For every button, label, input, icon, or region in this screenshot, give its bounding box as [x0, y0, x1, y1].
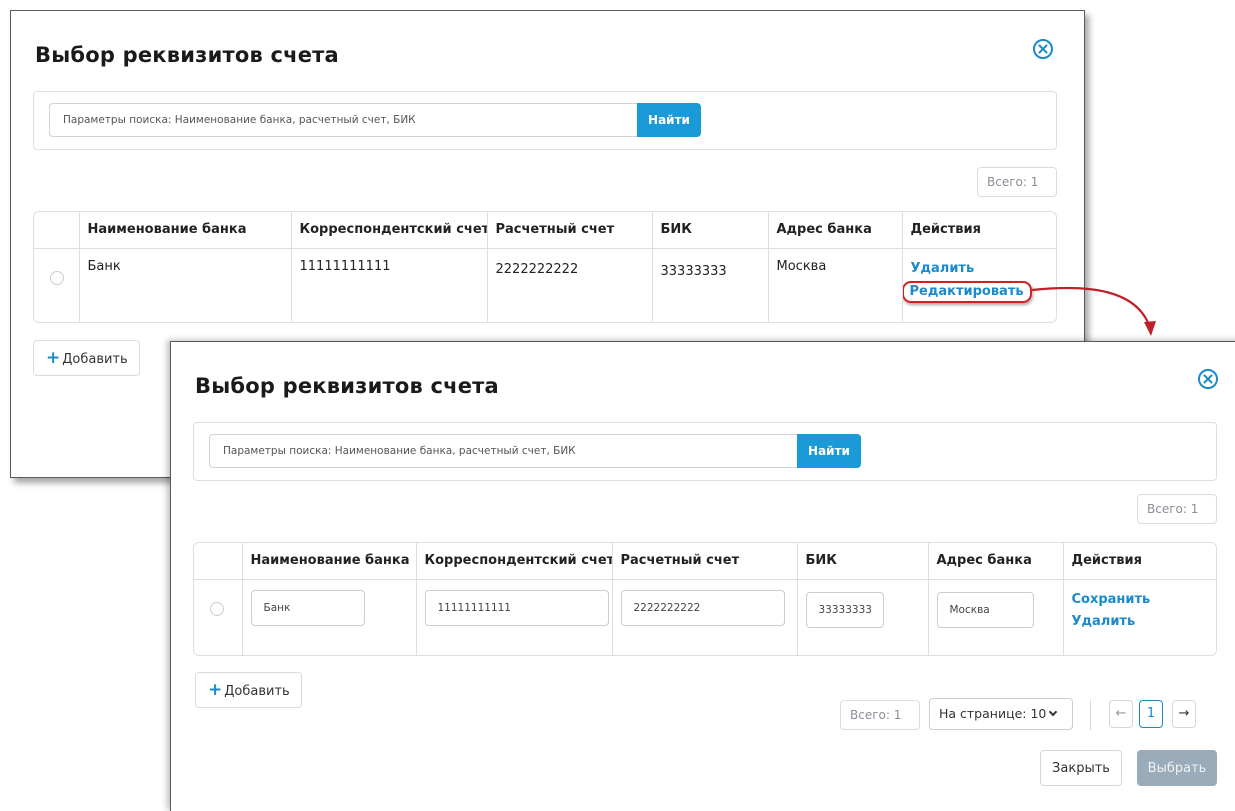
cell-bik-value: 33333333 — [660, 263, 727, 279]
column-header-actions: Действия — [1062, 543, 1216, 580]
cell-account: 2222222222 — [486, 248, 652, 322]
cell-bik: 33333333 — [651, 248, 768, 322]
row-select-cell — [34, 248, 79, 322]
table-row: Сохранить Удалить — [194, 579, 1216, 655]
table-row: Банк 11111111111 2222222222 33333333 Мос… — [34, 248, 1056, 322]
delete-link[interactable]: Удалить — [911, 259, 1049, 279]
column-header-address: Адрес банка — [927, 543, 1063, 580]
cell-actions: Удалить Редактировать — [901, 248, 1056, 322]
close-button[interactable]: Закрыть — [1040, 750, 1122, 786]
close-icon[interactable] — [1032, 38, 1054, 60]
account-input[interactable] — [620, 589, 785, 626]
requisites-table: Наименование банка Корреспондентский сче… — [33, 211, 1057, 323]
save-link[interactable]: Сохранить — [1072, 590, 1209, 610]
cell-corr-account: 11111111111 — [290, 248, 487, 322]
pager-prev-button[interactable]: ← — [1109, 700, 1133, 728]
row-select-cell — [194, 579, 242, 655]
edit-link[interactable]: Редактировать — [903, 280, 1032, 303]
add-button[interactable]: + Добавить — [195, 672, 302, 708]
corr-account-input[interactable] — [424, 589, 609, 626]
column-header-select — [34, 212, 79, 249]
cell-bank-name — [241, 579, 416, 655]
column-header-bik: БИК — [651, 212, 768, 249]
cell-actions: Сохранить Удалить — [1062, 579, 1216, 655]
column-header-corr-account: Корреспондентский счет — [415, 543, 612, 580]
close-icon[interactable] — [1197, 368, 1219, 390]
pager-next-button[interactable]: → — [1172, 700, 1196, 728]
plus-icon: + — [46, 348, 61, 368]
search-button[interactable]: Найти — [797, 434, 861, 468]
cell-corr-account — [415, 579, 612, 655]
search-button[interactable]: Найти — [637, 103, 701, 137]
delete-link[interactable]: Удалить — [1072, 612, 1209, 632]
column-header-bank-name: Наименование банка — [241, 543, 416, 580]
column-header-bik: БИК — [796, 543, 928, 580]
add-button[interactable]: + Добавить — [33, 340, 140, 376]
cell-address — [927, 579, 1063, 655]
column-header-account: Расчетный счет — [486, 212, 652, 249]
column-header-corr-account: Корреспондентский счет — [290, 212, 487, 249]
table-header-row: Наименование банка Корреспондентский сче… — [194, 543, 1216, 580]
cell-bik — [796, 579, 928, 655]
search-input[interactable] — [49, 103, 638, 137]
bank-name-input[interactable] — [250, 589, 365, 626]
pager-divider — [1090, 700, 1091, 730]
bik-input[interactable] — [805, 591, 884, 628]
cell-address: Москва — [767, 248, 902, 322]
search-panel: Найти — [33, 91, 1057, 150]
add-button-label: Добавить — [62, 352, 128, 367]
pager-total-badge: Всего: 1 — [840, 700, 920, 730]
search-panel: Найти — [193, 422, 1217, 481]
column-header-select — [194, 543, 242, 580]
cell-account-value: 2222222222 — [495, 261, 579, 277]
plus-icon: + — [208, 680, 223, 700]
per-page-select[interactable]: На странице: 10 — [929, 698, 1073, 730]
column-header-bank-name: Наименование банка — [78, 212, 291, 249]
dialog-edit-mode: Выбор реквизитов счета Найти Всего: 1 На… — [170, 341, 1235, 811]
add-button-label: Добавить — [224, 684, 290, 699]
cell-bank-name: Банк — [78, 248, 291, 322]
chevron-down-icon — [1049, 707, 1058, 717]
select-button: Выбрать — [1137, 750, 1217, 786]
column-header-account: Расчетный счет — [611, 543, 797, 580]
per-page-label: На странице: 10 — [939, 706, 1047, 721]
cell-account — [611, 579, 797, 655]
table-header-row: Наименование банка Корреспондентский сче… — [34, 212, 1056, 249]
column-header-actions: Действия — [901, 212, 1056, 249]
search-input[interactable] — [209, 434, 798, 468]
address-input[interactable] — [936, 591, 1034, 628]
dialog-title: Выбор реквизитов счета — [195, 374, 499, 398]
dialog-title: Выбор реквизитов счета — [35, 43, 339, 67]
radio-unchecked-icon[interactable] — [210, 601, 224, 616]
requisites-table: Наименование банка Корреспондентский сче… — [193, 542, 1217, 656]
total-count-badge: Всего: 1 — [1137, 494, 1217, 524]
pager-page-button[interactable]: 1 — [1139, 700, 1163, 728]
column-header-address: Адрес банка — [767, 212, 902, 249]
radio-unchecked-icon[interactable] — [50, 270, 64, 285]
total-count-badge: Всего: 1 — [977, 167, 1057, 197]
